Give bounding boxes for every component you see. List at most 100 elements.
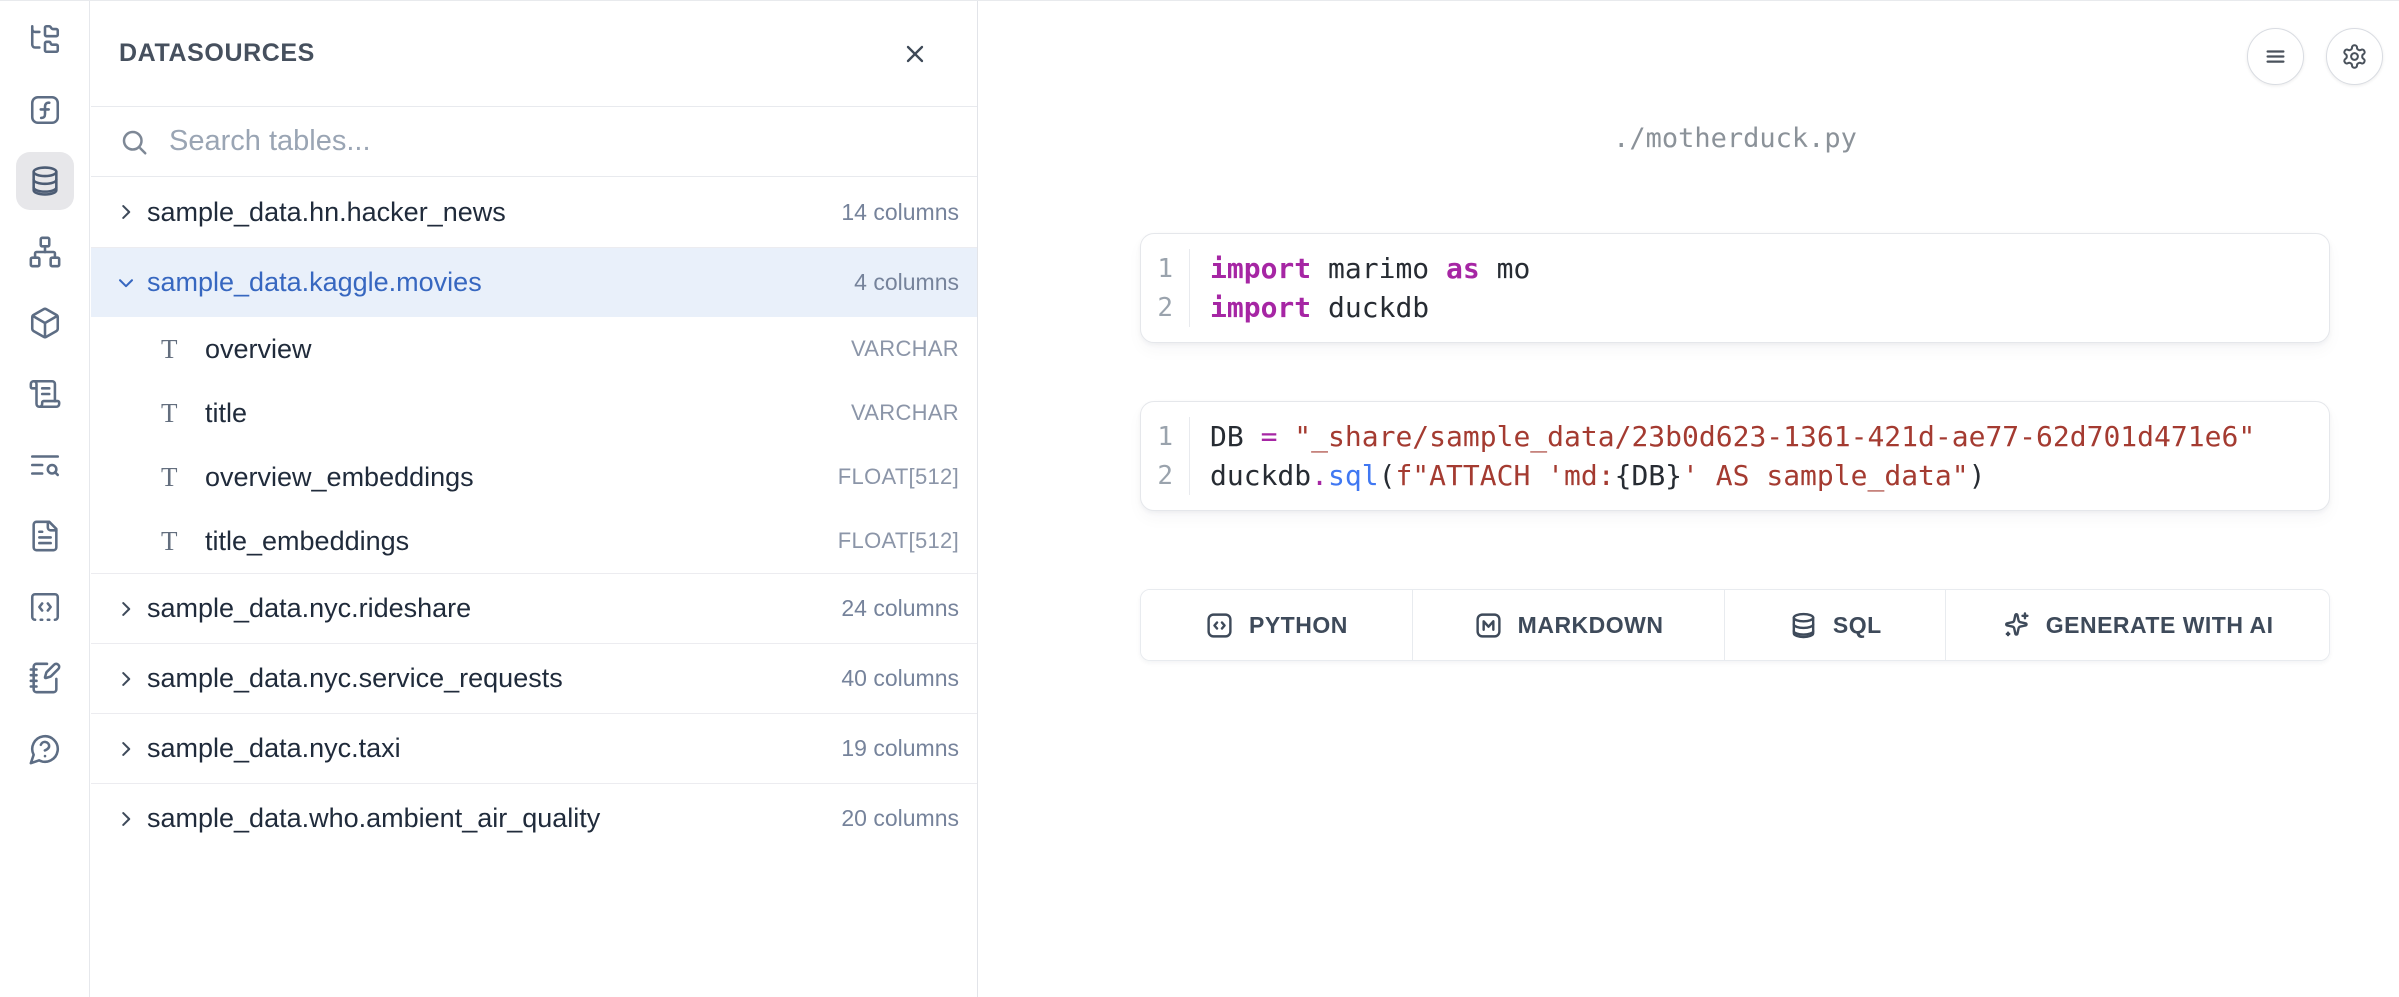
chevron-right-icon <box>115 668 137 690</box>
line-number: 1 <box>1141 254 1189 284</box>
table-row[interactable]: sample_data.nyc.taxi 19 columns <box>91 713 977 783</box>
search-row <box>91 107 977 177</box>
code-line: 1 DB = "_share/sample_data/23b0d623-1361… <box>1141 417 2329 456</box>
add-cell-bar: PYTHON MARKDOWN SQL GENERATE WITH AI <box>1140 589 2330 661</box>
column-type-text-icon: T <box>161 526 205 557</box>
code-line: 2 duckdb.sql(f"ATTACH 'md:{DB}' AS sampl… <box>1141 456 2329 495</box>
search-icon <box>119 127 149 157</box>
line-number: 2 <box>1141 293 1189 323</box>
code-text: duckdb.sql(f"ATTACH 'md:{DB}' AS sample_… <box>1189 456 1985 495</box>
sidebar-item-packages[interactable] <box>16 294 74 352</box>
chevron-right-icon <box>115 808 137 830</box>
code-text: import marimo as mo <box>1189 249 1530 288</box>
generate-with-ai-button[interactable]: GENERATE WITH AI <box>1945 590 2329 660</box>
sidebar-item-tracebacks[interactable] <box>16 436 74 494</box>
code-line: 1 import marimo as mo <box>1141 249 2329 288</box>
column-name: title <box>205 398 851 429</box>
notebook-pen-icon <box>28 661 62 695</box>
notebook-filename: ./motherduck.py <box>1140 123 2330 154</box>
chevron-right-icon[interactable] <box>115 808 147 830</box>
column-row[interactable]: T title VARCHAR <box>91 381 977 445</box>
chevron-down-icon[interactable] <box>115 272 147 294</box>
column-name: overview_embeddings <box>205 462 838 493</box>
table-list: sample_data.hn.hacker_news 14 columns sa… <box>91 177 977 853</box>
notebook-menu-button[interactable] <box>2247 28 2304 85</box>
code-text: import duckdb <box>1189 288 1429 327</box>
database-icon <box>1789 611 1818 640</box>
folder-tree-icon <box>28 22 62 56</box>
search-tables-input[interactable] <box>169 125 957 158</box>
sidebar-item-file-explorer[interactable] <box>16 10 74 68</box>
database-icon <box>28 164 62 198</box>
chevron-right-icon <box>115 598 137 620</box>
sidebar-item-variables[interactable] <box>16 81 74 139</box>
table-row[interactable]: sample_data.hn.hacker_news 14 columns <box>91 177 977 247</box>
box-icon <box>28 306 62 340</box>
column-type-text-icon: T <box>161 398 205 429</box>
sidebar-item-dependencies[interactable] <box>16 223 74 281</box>
table-column-count: 24 columns <box>841 595 959 622</box>
table-column-count: 14 columns <box>841 199 959 226</box>
sidebar-item-snippets[interactable] <box>16 578 74 636</box>
chevron-right-icon[interactable] <box>115 598 147 620</box>
column-type: FLOAT[512] <box>838 464 959 490</box>
column-row[interactable]: T overview VARCHAR <box>91 317 977 381</box>
table-name: sample_data.who.ambient_air_quality <box>147 803 841 834</box>
scroll-text-icon <box>28 377 62 411</box>
code-cell[interactable]: 1 import marimo as mo 2 import duckdb <box>1140 233 2330 343</box>
settings-button[interactable] <box>2326 28 2383 85</box>
add-markdown-cell-button[interactable]: MARKDOWN <box>1412 590 1724 660</box>
table-row[interactable]: sample_data.who.ambient_air_quality 20 c… <box>91 783 977 853</box>
column-row[interactable]: T overview_embeddings FLOAT[512] <box>91 445 977 509</box>
column-type: VARCHAR <box>851 400 959 426</box>
column-name: title_embeddings <box>205 526 838 557</box>
chevron-right-icon[interactable] <box>115 668 147 690</box>
add-cell-button-label: SQL <box>1833 612 1882 639</box>
chevron-right-icon <box>115 738 137 760</box>
network-icon <box>28 235 62 269</box>
file-text-icon <box>28 519 62 553</box>
table-row[interactable]: sample_data.nyc.service_requests 40 colu… <box>91 643 977 713</box>
chevron-right-icon <box>115 201 137 223</box>
code-cell[interactable]: 1 DB = "_share/sample_data/23b0d623-1361… <box>1140 401 2330 511</box>
icon-rail <box>0 1 90 997</box>
table-column-count: 19 columns <box>841 735 959 762</box>
sidebar-item-documentation[interactable] <box>16 507 74 565</box>
search-icon <box>119 127 149 157</box>
close-panel-button[interactable] <box>895 34 935 74</box>
column-row[interactable]: T title_embeddings FLOAT[512] <box>91 509 977 573</box>
table-row[interactable]: sample_data.kaggle.movies 4 columns <box>91 247 977 317</box>
column-name: overview <box>205 334 851 365</box>
table-name: sample_data.hn.hacker_news <box>147 197 841 228</box>
sidebar-item-datasources[interactable] <box>16 152 74 210</box>
code-square-dashed-icon <box>28 590 62 624</box>
add-cell-button-label: GENERATE WITH AI <box>2046 612 2274 639</box>
line-number: 1 <box>1141 422 1189 452</box>
editor-pane: ./motherduck.py 1 import marimo as mo 2 … <box>978 1 2399 997</box>
gear-icon <box>2341 43 2368 70</box>
add-cell-button-label: PYTHON <box>1249 612 1348 639</box>
menu-icon <box>2262 43 2289 70</box>
sidebar-item-scratchpad[interactable] <box>16 649 74 707</box>
code-text: DB = "_share/sample_data/23b0d623-1361-4… <box>1189 417 2255 456</box>
table-column-count: 40 columns <box>841 665 959 692</box>
column-type-text-icon: T <box>161 462 205 493</box>
sidebar-item-help[interactable] <box>16 720 74 778</box>
sidebar-item-logs[interactable] <box>16 365 74 423</box>
code-line: 2 import duckdb <box>1141 288 2329 327</box>
close-icon <box>901 40 929 68</box>
top-actions <box>2247 28 2383 85</box>
chevron-right-icon[interactable] <box>115 738 147 760</box>
text-search-icon <box>28 448 62 482</box>
table-name: sample_data.nyc.taxi <box>147 733 841 764</box>
sparkles-icon <box>2002 611 2031 640</box>
function-square-icon <box>28 93 62 127</box>
add-python-cell-button[interactable]: PYTHON <box>1141 590 1412 660</box>
markdown-icon <box>1474 611 1503 640</box>
table-name: sample_data.kaggle.movies <box>147 267 854 298</box>
add-sql-cell-button[interactable]: SQL <box>1724 590 1945 660</box>
chevron-right-icon[interactable] <box>115 201 147 223</box>
table-name: sample_data.nyc.service_requests <box>147 663 841 694</box>
datasources-panel: DATASOURCES sample_data.hn.hacker_news 1… <box>91 1 978 997</box>
table-row[interactable]: sample_data.nyc.rideshare 24 columns <box>91 573 977 643</box>
